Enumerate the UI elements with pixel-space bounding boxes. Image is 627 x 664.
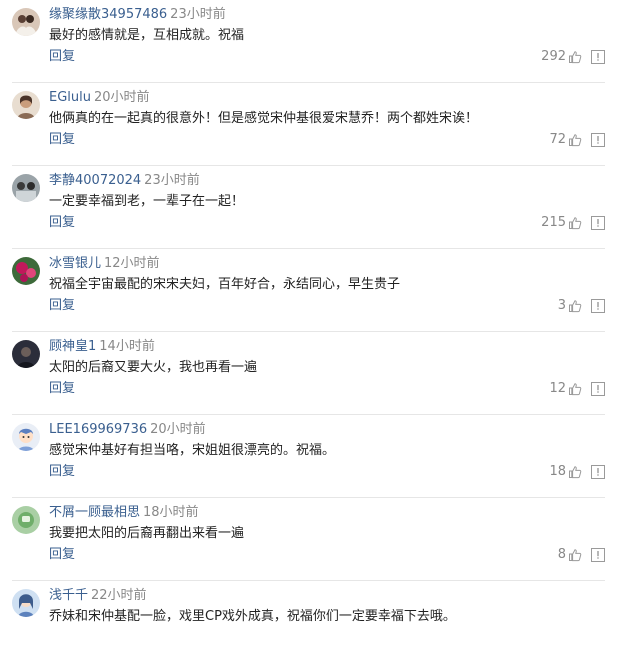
report-icon[interactable] bbox=[591, 382, 605, 396]
comment-meta: 冰雪银儿 12小时前 bbox=[49, 255, 160, 273]
thumbs-up-icon bbox=[568, 465, 582, 479]
avatar[interactable] bbox=[12, 174, 40, 202]
report-icon[interactable] bbox=[591, 216, 605, 230]
comment-text: 乔妹和宋仲基配一脸，戏里CP戏外成真，祝福你们一定要幸福下去哦。 bbox=[49, 609, 456, 624]
timestamp: 20小时前 bbox=[94, 90, 150, 105]
comment-text: 祝福全宇宙最配的宋宋夫妇，百年好合，永结同心，早生贵子 bbox=[49, 277, 401, 292]
avatar-group-photo-icon bbox=[12, 174, 40, 202]
comment-meta: 顾神皇1 14小时前 bbox=[49, 338, 155, 356]
like-count: 3 bbox=[557, 298, 566, 313]
comment-text: 一定要幸福到老，一辈子在一起！ bbox=[49, 194, 245, 209]
avatar-portrait-icon bbox=[12, 91, 40, 119]
timestamp: 23小时前 bbox=[144, 173, 200, 188]
thumbs-up-icon bbox=[568, 133, 582, 147]
comment-meta: LEE169969736 20小时前 bbox=[49, 421, 206, 439]
avatar-dark-portrait-icon bbox=[12, 340, 40, 368]
comment-meta: 缘聚缘散34957486 23小时前 bbox=[49, 6, 226, 24]
report-icon[interactable] bbox=[591, 465, 605, 479]
avatar-wedding-couple-icon bbox=[12, 8, 40, 36]
comment-text: 他俩真的在一起真的很意外！但是感觉宋仲基很爱宋慧乔！两个都姓宋诶！ bbox=[49, 111, 479, 126]
reply-button[interactable]: 回复 bbox=[49, 297, 75, 315]
like-count: 72 bbox=[549, 132, 566, 147]
thumbs-up-icon bbox=[568, 299, 582, 313]
comment-meta: 浅千千 22小时前 bbox=[49, 587, 147, 605]
username[interactable]: EGlulu bbox=[49, 90, 91, 105]
like-button[interactable]: 18 bbox=[549, 463, 582, 481]
comment-item: EGlulu 20小时前 他俩真的在一起真的很意外！但是感觉宋仲基很爱宋慧乔！两个… bbox=[0, 83, 627, 166]
avatar[interactable] bbox=[12, 257, 40, 285]
timestamp: 18小时前 bbox=[143, 505, 199, 520]
username[interactable]: 浅千千 bbox=[49, 588, 88, 603]
avatar[interactable] bbox=[12, 423, 40, 451]
report-icon[interactable] bbox=[591, 548, 605, 562]
thumbs-up-icon bbox=[568, 548, 582, 562]
username[interactable]: 不屑一顾最相思 bbox=[49, 505, 140, 520]
comment-item: 冰雪银儿 12小时前 祝福全宇宙最配的宋宋夫妇，百年好合，永结同心，早生贵子 回复… bbox=[0, 249, 627, 332]
timestamp: 12小时前 bbox=[104, 256, 160, 271]
timestamp: 20小时前 bbox=[150, 422, 206, 437]
reply-button[interactable]: 回复 bbox=[49, 546, 75, 564]
like-button[interactable]: 3 bbox=[558, 297, 582, 315]
comment-text: 感觉宋仲基好有担当咯，宋姐姐很漂亮的。祝福。 bbox=[49, 443, 336, 458]
like-button[interactable]: 292 bbox=[541, 48, 582, 66]
comment-meta: 李静40072024 23小时前 bbox=[49, 172, 200, 190]
avatar-green-cartoon-icon bbox=[12, 506, 40, 534]
avatar[interactable] bbox=[12, 506, 40, 534]
comment-text: 我要把太阳的后裔再翻出来看一遍 bbox=[49, 526, 245, 541]
timestamp: 22小时前 bbox=[91, 588, 147, 603]
timestamp: 14小时前 bbox=[99, 339, 155, 354]
comment-item: 李静40072024 23小时前 一定要幸福到老，一辈子在一起！ 回复 215 bbox=[0, 166, 627, 249]
avatar-flowers-icon bbox=[12, 257, 40, 285]
reply-button[interactable]: 回复 bbox=[49, 131, 75, 149]
thumbs-up-icon bbox=[568, 216, 582, 230]
reply-button[interactable]: 回复 bbox=[49, 214, 75, 232]
avatar[interactable] bbox=[12, 8, 40, 36]
comment-item: 缘聚缘散34957486 23小时前 最好的感情就是，互相成就。祝福 回复 292 bbox=[0, 0, 627, 83]
like-count: 12 bbox=[549, 381, 566, 396]
comment-list: 缘聚缘散34957486 23小时前 最好的感情就是，互相成就。祝福 回复 292… bbox=[0, 0, 627, 629]
avatar[interactable] bbox=[12, 340, 40, 368]
avatar[interactable] bbox=[12, 91, 40, 119]
username[interactable]: LEE169969736 bbox=[49, 422, 147, 437]
like-count: 18 bbox=[549, 464, 566, 479]
avatar[interactable] bbox=[12, 589, 40, 617]
reply-button[interactable]: 回复 bbox=[49, 463, 75, 481]
avatar-cartoon-icon bbox=[12, 423, 40, 451]
like-button[interactable]: 72 bbox=[549, 131, 582, 149]
comment-text: 太阳的后裔又要大火，我也再看一遍 bbox=[49, 360, 258, 375]
username[interactable]: 顾神皇1 bbox=[49, 339, 96, 354]
comment-item: LEE169969736 20小时前 感觉宋仲基好有担当咯，宋姐姐很漂亮的。祝福。… bbox=[0, 415, 627, 498]
report-icon[interactable] bbox=[591, 133, 605, 147]
comment-item: 顾神皇1 14小时前 太阳的后裔又要大火，我也再看一遍 回复 12 bbox=[0, 332, 627, 415]
comment-item: 浅千千 22小时前 乔妹和宋仲基配一脸，戏里CP戏外成真，祝福你们一定要幸福下去哦… bbox=[0, 581, 627, 664]
reply-button[interactable]: 回复 bbox=[49, 380, 75, 398]
username[interactable]: 李静40072024 bbox=[49, 173, 141, 188]
avatar-blue-girl-icon bbox=[12, 589, 40, 617]
like-count: 215 bbox=[541, 215, 566, 230]
report-icon[interactable] bbox=[591, 50, 605, 64]
like-button[interactable]: 12 bbox=[549, 380, 582, 398]
like-count: 292 bbox=[541, 49, 566, 64]
comment-text: 最好的感情就是，互相成就。祝福 bbox=[49, 28, 245, 43]
thumbs-up-icon bbox=[568, 50, 582, 64]
username[interactable]: 缘聚缘散34957486 bbox=[49, 7, 167, 22]
comment-meta: 不屑一顾最相思 18小时前 bbox=[49, 504, 199, 522]
like-button[interactable]: 8 bbox=[558, 546, 582, 564]
like-count: 8 bbox=[557, 547, 566, 562]
report-icon[interactable] bbox=[591, 299, 605, 313]
timestamp: 23小时前 bbox=[170, 7, 226, 22]
reply-button[interactable]: 回复 bbox=[49, 48, 75, 66]
comment-item: 不屑一顾最相思 18小时前 我要把太阳的后裔再翻出来看一遍 回复 8 bbox=[0, 498, 627, 581]
username[interactable]: 冰雪银儿 bbox=[49, 256, 101, 271]
thumbs-up-icon bbox=[568, 382, 582, 396]
comment-meta: EGlulu 20小时前 bbox=[49, 89, 150, 107]
like-button[interactable]: 215 bbox=[541, 214, 582, 232]
